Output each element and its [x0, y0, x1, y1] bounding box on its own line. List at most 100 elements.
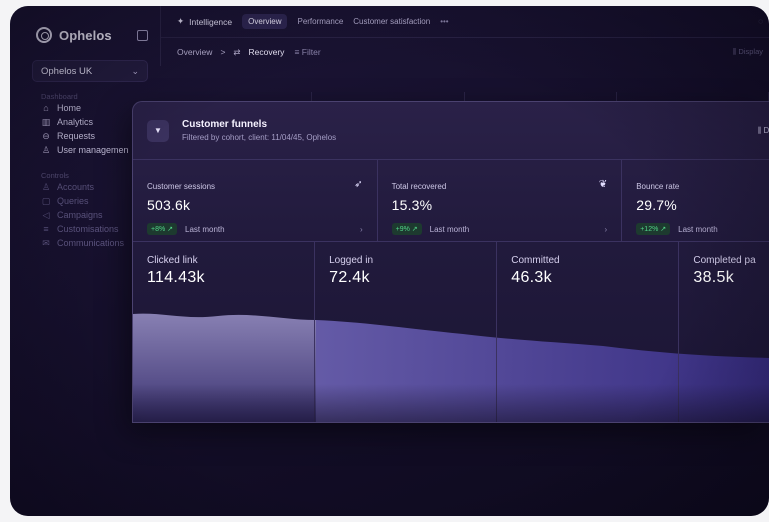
- funnel-stage-label: Committed: [511, 255, 560, 266]
- stat-label: Total recovered: [391, 182, 447, 191]
- funnel-stage-value: 46.3k: [511, 269, 552, 286]
- sparkle-icon: ✦: [177, 16, 185, 26]
- chevron-right-icon[interactable]: ›: [605, 225, 608, 234]
- card-header: ▼ Customer funnels Filtered by cohort, c…: [133, 102, 769, 160]
- stat-footer: +9% ↗ Last month ›: [391, 223, 608, 235]
- card-display-label: Di: [763, 125, 769, 135]
- sidebar-section-controls: Controls: [41, 171, 69, 180]
- sidebar-item-analytics[interactable]: ▥ Analytics: [22, 115, 148, 129]
- customer-funnels-card: ▼ Customer funnels Filtered by cohort, c…: [132, 101, 769, 423]
- stat-label: Customer sessions: [147, 182, 216, 191]
- card-title: Customer funnels: [182, 119, 268, 130]
- sidebar-item-user-management[interactable]: ♙ User managemen: [22, 143, 148, 157]
- stats-row: Customer sessions ➶ 503.6k +8% ↗ Last mo…: [133, 160, 769, 242]
- sliders-icon: ≡: [43, 224, 49, 234]
- stat-value: 503.6k: [147, 197, 191, 213]
- period-label: Last month: [185, 224, 225, 234]
- filter-button[interactable]: ≡ Filter: [294, 47, 320, 57]
- stat-value: 29.7%: [636, 197, 677, 213]
- sidebar-item-label: Customisations: [57, 224, 119, 234]
- tabs-row: ✦ Intelligence Overview Performance Cust…: [161, 6, 769, 38]
- funnel-stages: Clicked link 114.43k Logged in 72.4k Com…: [133, 242, 769, 422]
- funnel-stage-label: Logged in: [329, 255, 374, 266]
- sidebar-item-requests[interactable]: ⊖ Requests: [22, 129, 148, 143]
- stat-label: Bounce rate: [636, 182, 680, 191]
- sidebar-item-label: Campaigns: [57, 210, 103, 220]
- brand: Ophelos: [22, 22, 148, 48]
- card-subtitle: Filtered by cohort, client: 11/04/45, Op…: [182, 133, 337, 142]
- mail-icon: ✉: [42, 237, 50, 248]
- display-label: Display: [738, 47, 763, 56]
- sidebar-item-label: Accounts: [57, 182, 95, 192]
- tab-performance[interactable]: Performance: [297, 17, 343, 26]
- chevron-down-icon: ⌄: [131, 65, 139, 76]
- delta-badge: +8% ↗: [147, 223, 178, 235]
- display-button[interactable]: ⫼ Display: [733, 47, 763, 57]
- funnel-icon: ▼: [147, 119, 169, 142]
- top-bar: ✦ Intelligence Overview Performance Cust…: [160, 6, 769, 66]
- home-icon: ⌂: [43, 103, 49, 113]
- inbox-icon: ⊖: [42, 130, 50, 141]
- more-tabs-button[interactable]: •••: [440, 17, 448, 26]
- sidebar-item-queries[interactable]: ▢ Queries: [22, 194, 148, 208]
- user-icon: ♙: [41, 144, 51, 155]
- sidebar-section-dashboard: Dashboard: [41, 92, 78, 101]
- stat-footer: +12% ↗ Last month: [636, 223, 755, 235]
- brand-name: Ophelos: [59, 27, 112, 43]
- sidebar-item-label: User managemen: [57, 145, 129, 155]
- breadcrumb-overview[interactable]: Overview: [177, 47, 212, 57]
- stat-bounce-rate[interactable]: Bounce rate 29.7% +12% ↗ Last month: [622, 160, 769, 241]
- section-title: ✦ Intelligence: [177, 16, 232, 27]
- sidebar-item-campaigns[interactable]: ◁ Campaigns: [22, 208, 148, 222]
- funnel-stage-logged-in[interactable]: Logged in 72.4k: [315, 242, 498, 422]
- coins-hand-icon: ❦: [598, 179, 608, 190]
- org-select-value: Ophelos UK: [41, 65, 93, 77]
- users-icon: ♙: [41, 181, 51, 192]
- funnel-stage-label: Clicked link: [147, 255, 198, 266]
- message-icon: ▢: [41, 195, 51, 206]
- stat-footer: +8% ↗ Last month ›: [147, 223, 363, 235]
- display-icon: ⫼: [757, 125, 762, 135]
- funnel-chart: Clicked link 114.43k Logged in 72.4k Com…: [133, 242, 769, 422]
- breadcrumb-recovery[interactable]: Recovery: [249, 47, 285, 57]
- sidebar-item-accounts[interactable]: ♙ Accounts: [22, 180, 148, 194]
- recovery-icon: ⇄: [233, 46, 241, 57]
- card-display-button[interactable]: ⫼ Di: [758, 126, 769, 136]
- funnel-stage-value: 38.5k: [693, 269, 735, 286]
- stat-total-recovered[interactable]: Total recovered ❦ 15.3% +9% ↗ Last month…: [378, 160, 623, 241]
- filter-label: Filter: [301, 47, 321, 57]
- period-label: Last month: [429, 224, 470, 234]
- funnel-stage-label: Completed pa: [693, 255, 756, 266]
- sidebar-item-label: Home: [57, 103, 82, 113]
- display-icon: ⫼: [732, 47, 737, 56]
- sidebar-item-label: Communications: [57, 238, 125, 248]
- breadcrumb-separator: >: [220, 47, 226, 57]
- funnel-stage-value: 72.4k: [329, 269, 370, 286]
- sidebar-item-home[interactable]: ⌂ Home: [22, 101, 148, 115]
- funnel-stage-value: 114.43k: [147, 269, 205, 286]
- funnel-stage-completed[interactable]: Completed pa 38.5k: [679, 242, 769, 422]
- app-window: Ophelos Ophelos UK ⌄ Dashboard ⌂ Home ▥ …: [10, 6, 769, 516]
- tab-customer-satisfaction[interactable]: Customer satisfaction: [353, 17, 430, 26]
- filter-icon: ≡: [294, 47, 300, 57]
- breadcrumb: Overview > ⇄ Recovery ≡ Filter ⫼ Display: [161, 38, 769, 66]
- cursor-click-icon: ➶: [354, 179, 363, 190]
- period-label: Last month: [678, 224, 718, 234]
- sidebar-item-communications[interactable]: ✉ Communications: [22, 236, 148, 250]
- sidebar-item-label: Queries: [57, 196, 89, 206]
- funnel-stage-clicked-link[interactable]: Clicked link 114.43k: [133, 242, 316, 422]
- delta-badge: +12% ↗: [636, 223, 671, 235]
- funnel-stage-committed[interactable]: Committed 46.3k: [497, 242, 680, 422]
- delta-badge: +9% ↗: [391, 223, 422, 235]
- sidebar-item-customisations[interactable]: ≡ Customisations: [22, 222, 148, 236]
- org-select[interactable]: Ophelos UK ⌄: [32, 60, 148, 82]
- sidebar-item-label: Analytics: [57, 117, 94, 127]
- ophelos-logo-icon: [36, 27, 52, 43]
- sidebar-collapse-icon[interactable]: [137, 29, 148, 41]
- section-title-label: Intelligence: [189, 16, 233, 27]
- stat-customer-sessions[interactable]: Customer sessions ➶ 503.6k +8% ↗ Last mo…: [133, 160, 378, 241]
- chevron-right-icon[interactable]: ›: [360, 225, 363, 234]
- bar-chart-icon: ▥: [41, 116, 51, 127]
- tab-overview[interactable]: Overview: [242, 14, 288, 29]
- settings-icon[interactable]: ◌: [758, 17, 763, 26]
